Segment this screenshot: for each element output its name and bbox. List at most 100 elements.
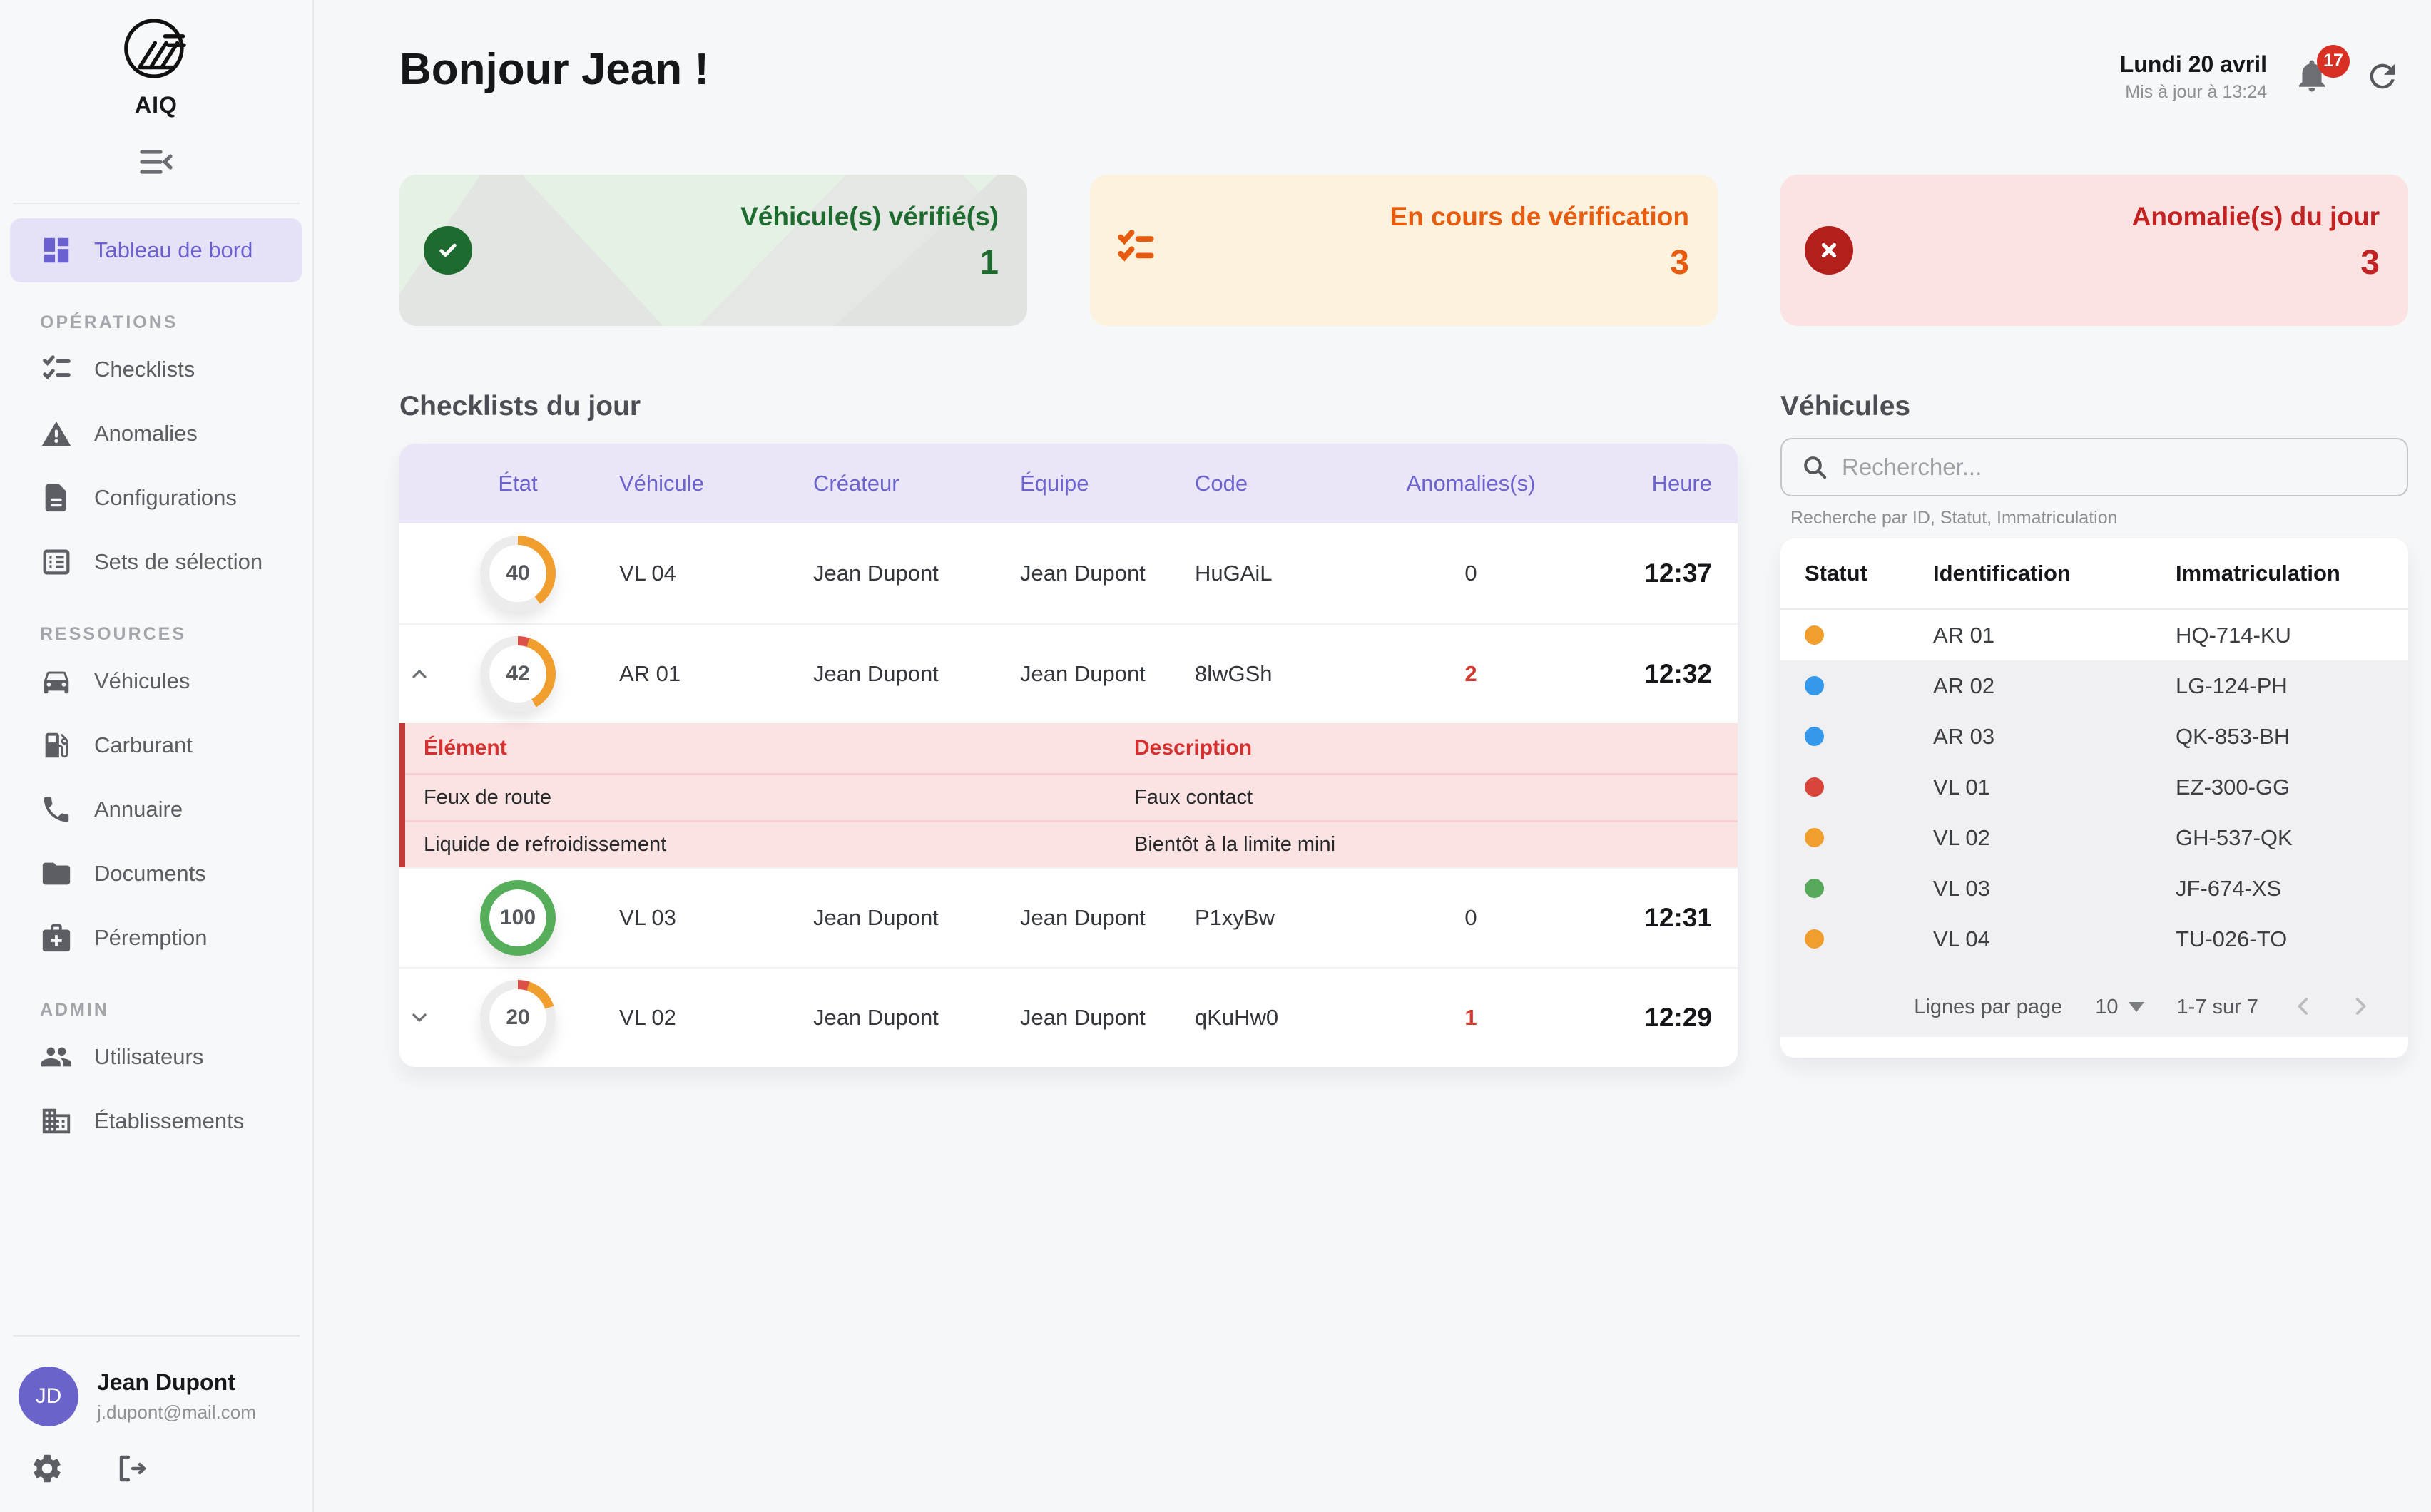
sidebar-section-operations: OPÉRATIONS <box>0 312 312 333</box>
sidebar-item-label: Checklists <box>94 357 195 382</box>
sidebar-item-dashboard[interactable]: Tableau de bord <box>10 218 302 282</box>
user-email: j.dupont@mail.com <box>97 1401 256 1424</box>
stat-card-verified: Véhicule(s) vérifié(s) 1 <box>399 175 1027 326</box>
sidebar-item-label: Véhicules <box>94 668 190 694</box>
sidebar-item-users[interactable]: Utilisateurs <box>0 1025 312 1089</box>
checklist-icon <box>1114 226 1158 274</box>
cell-team: Jean Dupont <box>997 905 1172 931</box>
vehicle-row[interactable]: AR 01 HQ-714-KU <box>1780 610 2408 660</box>
sidebar-item-anomalies[interactable]: Anomalies <box>0 402 312 466</box>
cell-creator: Jean Dupont <box>790 561 997 586</box>
anomaly-detail-row: Liquide de refroidissement Bientôt à la … <box>405 820 1738 867</box>
refresh-button[interactable] <box>2364 58 2401 97</box>
detail-description: Bientôt à la limite mini <box>1134 833 1738 857</box>
column-header-heure: Heure <box>1546 471 1738 496</box>
cell-vehicle: AR 01 <box>596 661 790 687</box>
status-dot <box>1805 828 1824 847</box>
previous-page-button[interactable] <box>2291 994 2315 1021</box>
vehicle-plate: HQ-714-KU <box>2176 623 2408 648</box>
column-header-immatriculation: Immatriculation <box>2176 561 2408 586</box>
sidebar-item-label: Tableau de bord <box>94 237 253 263</box>
vehicle-row[interactable]: VL 01 EZ-300-GG <box>1780 762 2408 812</box>
vehicle-id: VL 01 <box>1933 775 2176 800</box>
x-circle-icon <box>1805 226 1853 275</box>
check-circle-icon <box>424 226 472 275</box>
collapse-chevron-icon[interactable] <box>408 663 431 685</box>
sidebar-item-label: Péremption <box>94 925 208 951</box>
vehicle-id: VL 04 <box>1933 926 2176 952</box>
stat-card-title: Véhicule(s) vérifié(s) <box>740 202 999 232</box>
document-icon <box>40 481 73 514</box>
expand-chevron-icon[interactable] <box>408 1006 431 1029</box>
sidebar-item-documents[interactable]: Documents <box>0 842 312 906</box>
vehicle-row[interactable]: VL 02 GH-537-QK <box>1780 812 2408 863</box>
list-box-icon <box>40 546 73 578</box>
chevron-right-icon <box>2348 994 2373 1018</box>
settings-gear-icon[interactable] <box>30 1451 64 1486</box>
detail-element: Liquide de refroidissement <box>424 833 1134 857</box>
cell-code: HuGAiL <box>1172 561 1396 586</box>
vehicle-plate: TU-026-TO <box>2176 926 2408 952</box>
progress-ring: 100 <box>480 880 556 956</box>
sidebar-item-selection-sets[interactable]: Sets de sélection <box>0 530 312 594</box>
checklist-row-collapsed[interactable]: 20 VL 02 Jean Dupont Jean Dupont qKuHw0 … <box>399 967 1738 1067</box>
vehicles-section-title: Véhicules <box>1780 391 1910 422</box>
status-dot <box>1805 676 1824 695</box>
sidebar-item-vehicles[interactable]: Véhicules <box>0 649 312 713</box>
checklist-icon <box>40 353 73 386</box>
notifications-button[interactable]: 17 <box>2293 56 2331 98</box>
chevron-left-icon <box>2291 994 2315 1018</box>
vehicle-row[interactable]: AR 03 QK-853-BH <box>1780 711 2408 762</box>
checklist-row[interactable]: 40 VL 04 Jean Dupont Jean Dupont HuGAiL … <box>399 523 1738 623</box>
detail-element: Feux de route <box>424 786 1134 809</box>
stat-card-value: 1 <box>740 243 999 282</box>
checklist-row-expanded[interactable]: 42 AR 01 Jean Dupont Jean Dupont 8lwGSh … <box>399 623 1738 723</box>
cell-time: 12:32 <box>1546 659 1738 689</box>
sidebar-item-directory[interactable]: Annuaire <box>0 777 312 842</box>
vehicle-row[interactable]: VL 03 JF-674-XS <box>1780 863 2408 914</box>
cell-creator: Jean Dupont <box>790 1005 997 1031</box>
cell-anomalies: 0 <box>1396 561 1546 586</box>
sidebar-item-label: Utilisateurs <box>94 1044 203 1070</box>
sidebar-item-label: Configurations <box>94 485 237 511</box>
stat-card-title: En cours de vérification <box>1390 202 1689 232</box>
car-icon <box>40 665 73 698</box>
refresh-icon <box>2364 58 2401 95</box>
vehicle-search <box>1780 438 2408 496</box>
sidebar-item-configurations[interactable]: Configurations <box>0 466 312 530</box>
progress-ring: 20 <box>480 980 556 1056</box>
search-input[interactable] <box>1842 454 2407 481</box>
sidebar-item-establishments[interactable]: Établissements <box>0 1089 312 1153</box>
column-header-createur: Créateur <box>790 471 997 496</box>
sidebar-item-checklists[interactable]: Checklists <box>0 337 312 402</box>
vehicle-plate: QK-853-BH <box>2176 724 2408 750</box>
vehicle-row[interactable]: VL 04 TU-026-TO <box>1780 914 2408 964</box>
next-page-button[interactable] <box>2348 994 2373 1021</box>
column-header-vehicule: Véhicule <box>596 471 790 496</box>
sidebar-item-expiry[interactable]: Péremption <box>0 906 312 970</box>
rows-per-page-select[interactable]: 10 <box>2095 996 2144 1019</box>
cell-code: P1xyBw <box>1172 905 1396 931</box>
anomaly-detail-row: Feux de route Faux contact <box>405 773 1738 820</box>
sidebar-collapse-button[interactable] <box>131 143 181 181</box>
cell-anomalies: 0 <box>1396 905 1546 931</box>
checklists-table-header: État Véhicule Créateur Équipe Code Anoma… <box>399 444 1738 523</box>
vehicle-row[interactable]: AR 02 LG-124-PH <box>1780 660 2408 711</box>
logout-icon[interactable] <box>114 1451 148 1486</box>
caret-down-icon <box>2129 1002 2144 1012</box>
vehicle-plate: LG-124-PH <box>2176 673 2408 699</box>
sidebar-item-label: Annuaire <box>94 797 183 822</box>
column-header-anomalies: Anomalies(s) <box>1396 471 1546 496</box>
vehicle-plate: GH-537-QK <box>2176 825 2408 851</box>
logo-wrap: AIQ <box>0 0 312 118</box>
vehicles-table-header: Statut Identification Immatriculation <box>1780 538 2408 610</box>
cell-time: 12:37 <box>1546 558 1738 588</box>
search-icon <box>1800 453 1829 481</box>
user-name: Jean Dupont <box>97 1369 256 1396</box>
sidebar-item-fuel[interactable]: Carburant <box>0 713 312 777</box>
column-header-etat: État <box>439 471 596 496</box>
page-greeting: Bonjour Jean ! <box>399 44 709 95</box>
checklist-row[interactable]: 100 VL 03 Jean Dupont Jean Dupont P1xyBw… <box>399 867 1738 967</box>
sidebar-item-label: Documents <box>94 861 206 887</box>
cell-vehicle: VL 03 <box>596 905 790 931</box>
